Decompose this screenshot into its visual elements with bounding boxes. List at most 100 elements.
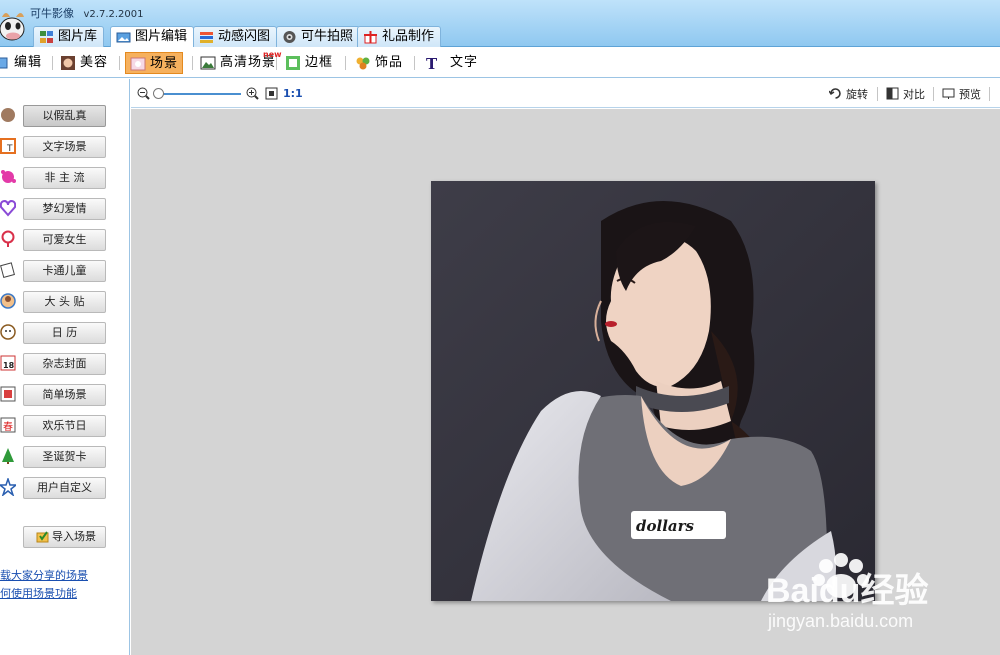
tool-label: 美容 <box>80 55 109 70</box>
tab-label: 图片库 <box>58 29 98 44</box>
scene-icon <box>130 57 146 71</box>
zoom-slider-thumb[interactable] <box>153 88 164 99</box>
tool-edit[interactable]: 编辑 <box>0 52 42 74</box>
star-icon <box>0 478 16 496</box>
scene-cute-girl[interactable]: 可爱女生 <box>23 229 106 251</box>
zoom-out-icon[interactable] <box>137 87 150 100</box>
tab-label: 动感闪图 <box>218 29 271 44</box>
scene-fake-real[interactable]: 以假乱真 <box>23 105 106 127</box>
svg-text:春: 春 <box>3 421 13 433</box>
photo-sticker-icon <box>0 293 16 309</box>
flash-gif-icon <box>200 32 213 43</box>
beauty-icon <box>61 56 75 70</box>
baidu-watermark: Baidu经验 jingyan.baidu.com <box>766 553 928 631</box>
function-toolbar: 编辑 美容 场景 高清场景 边框 饰品 T 文字 <box>0 48 1000 78</box>
tab-label: 礼品制作 <box>382 29 435 44</box>
tool-accessory[interactable]: 饰品 <box>355 52 403 74</box>
scene-calendar[interactable]: 日 历 <box>23 322 106 344</box>
svg-text:T: T <box>426 55 438 71</box>
svg-text:18: 18 <box>3 361 15 370</box>
frame-icon <box>286 56 300 70</box>
viewtools-divider <box>989 87 990 101</box>
scene-magazine-cover[interactable]: 杂志封面 <box>23 353 106 375</box>
fit-window-icon[interactable] <box>265 87 278 100</box>
scene-help-link[interactable]: 何使用场景功能 <box>0 585 77 601</box>
scene-christmas-card[interactable]: 圣诞贺卡 <box>23 446 106 468</box>
tool-label: 文字 <box>450 55 479 70</box>
accessory-icon <box>356 57 370 70</box>
preview-button[interactable]: 预览 <box>942 86 981 102</box>
scene-non-mainstream[interactable]: 非 主 流 <box>23 167 106 189</box>
tab-gallery[interactable]: 图片库 <box>33 26 105 47</box>
compare-icon <box>886 87 899 100</box>
tool-scene[interactable]: 场景 <box>125 52 184 74</box>
tab-label: 可牛拍照 <box>301 29 354 44</box>
tool-frame[interactable]: 边框 <box>285 52 333 74</box>
tab-photo-edit[interactable]: 图片编辑 <box>110 26 195 47</box>
calendar-icon <box>0 324 16 340</box>
cow-logo-icon <box>0 13 25 41</box>
scene-festival[interactable]: 欢乐节日 <box>23 415 106 437</box>
edit-icon <box>0 57 8 69</box>
scene-simple[interactable]: 简单场景 <box>23 384 106 406</box>
scene-cartoon-kids[interactable]: 卡通儿童 <box>23 260 106 282</box>
toolbar-divider <box>52 56 53 70</box>
preview-icon <box>942 88 955 99</box>
title-bar: 可牛影像 v2.7.2.2001 图片库 图片编辑 动感闪图 可牛拍照 礼品制作 <box>0 0 1000 47</box>
svg-text:T: T <box>6 144 13 154</box>
magazine-cover-icon: 18 <box>0 355 16 371</box>
viewtools-divider <box>933 87 934 101</box>
fake-real-icon <box>1 108 15 122</box>
tool-text[interactable]: T 文字 <box>424 52 478 74</box>
scene-category-panel: 以假乱真 T 文字场景 非 主 流 梦幻爱情 可爱女生 卡通儿童 大 头 贴 日… <box>0 79 130 655</box>
tool-beauty[interactable]: 美容 <box>60 52 108 74</box>
preview-label: 预览 <box>959 88 981 101</box>
simple-scene-icon <box>0 386 16 402</box>
zoom-in-icon[interactable] <box>246 87 259 100</box>
tool-label: 边框 <box>305 55 334 70</box>
scene-dream-love[interactable]: 梦幻爱情 <box>23 198 106 220</box>
scene-user-defined[interactable]: 用户自定义 <box>23 477 106 499</box>
compare-button[interactable]: 对比 <box>886 86 925 102</box>
edit-photo-icon <box>116 32 131 43</box>
tab-label: 图片编辑 <box>135 29 188 44</box>
toolbar-divider <box>414 56 415 70</box>
non-mainstream-icon <box>1 170 16 183</box>
shared-scenes-link[interactable]: 载大家分享的场景 <box>0 567 88 583</box>
camera-icon <box>283 31 296 43</box>
heart-icon <box>0 199 16 217</box>
zoom-slider-track[interactable] <box>157 93 241 95</box>
rotate-button[interactable]: 旋转 <box>829 86 868 102</box>
gift-icon <box>364 31 377 44</box>
viewtools-divider <box>877 87 878 101</box>
scene-photo-sticker[interactable]: 大 头 贴 <box>23 291 106 313</box>
actual-size-button[interactable]: 1:1 <box>283 87 303 100</box>
watermark-brand: Baidu经验 <box>766 571 928 610</box>
christmas-tree-icon <box>2 448 14 464</box>
hd-scene-icon <box>200 56 216 70</box>
compare-label: 对比 <box>903 88 925 101</box>
cute-girl-icon <box>1 230 15 247</box>
import-scene-button[interactable]: 导入场景 <box>23 526 106 548</box>
edited-photo[interactable]: dollars <box>431 181 875 601</box>
new-badge: new <box>263 50 282 59</box>
tab-flash-gif[interactable]: 动感闪图 <box>193 26 278 47</box>
app-version: v2.7.2.2001 <box>83 9 144 20</box>
rotate-label: 旋转 <box>846 88 868 101</box>
rotate-icon <box>829 88 841 99</box>
gallery-icon <box>40 31 53 43</box>
text-scene-icon: T <box>0 138 16 154</box>
tool-label: 场景 <box>150 56 179 71</box>
toolbar-divider <box>345 56 346 70</box>
watermark-url: jingyan.baidu.com <box>767 611 913 631</box>
scene-text[interactable]: 文字场景 <box>23 136 106 158</box>
app-name: 可牛影像 <box>30 7 74 20</box>
import-scene-label: 导入场景 <box>52 530 96 543</box>
toolbar-divider <box>119 56 120 70</box>
app-title: 可牛影像 v2.7.2.2001 <box>30 5 144 21</box>
festival-icon: 春 <box>0 417 16 433</box>
tab-camera[interactable]: 可牛拍照 <box>276 26 361 47</box>
tab-gift[interactable]: 礼品制作 <box>357 26 442 47</box>
text-icon: T <box>426 55 438 71</box>
import-icon <box>36 531 49 543</box>
